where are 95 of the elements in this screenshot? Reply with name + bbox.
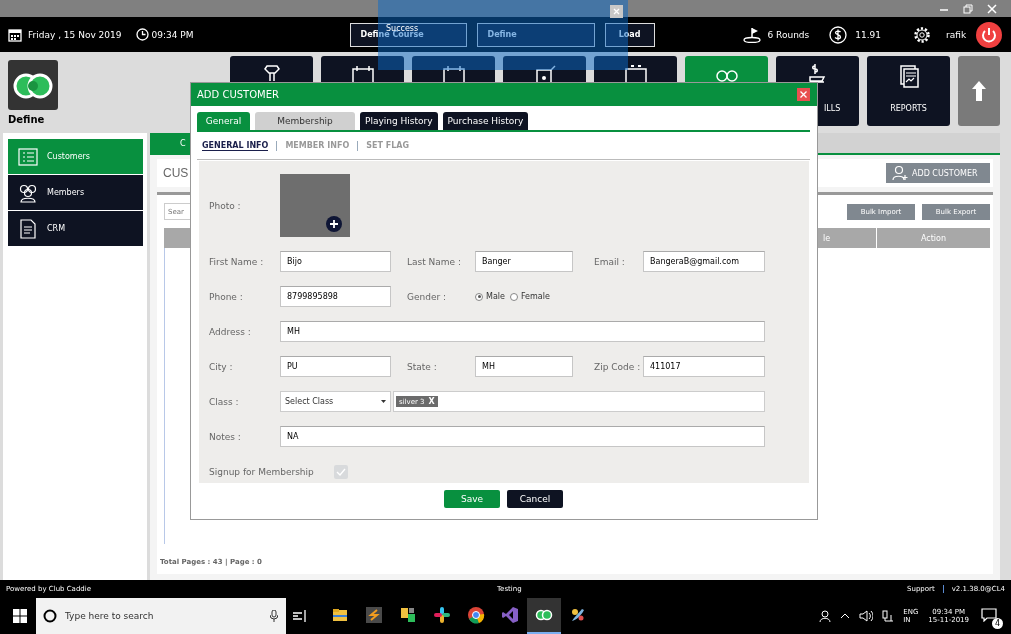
add-customer-button[interactable]: ADD CUSTOMER <box>886 163 990 183</box>
text-field[interactable]: 411017 <box>643 356 765 377</box>
network-icon[interactable] <box>882 610 895 622</box>
speaker-icon[interactable] <box>859 610 874 622</box>
add-user-icon <box>892 165 908 181</box>
text-field[interactable]: MH <box>280 321 765 342</box>
save-button[interactable]: Save <box>444 490 500 508</box>
checkbox-label: Signup for Membership <box>209 466 314 477</box>
taskbar-search[interactable]: Type here to search <box>36 598 286 634</box>
radio-label[interactable]: Male <box>486 292 505 301</box>
dollar-icon <box>829 25 848 44</box>
browser-icon <box>467 606 485 624</box>
photo-placeholder[interactable] <box>280 174 350 237</box>
dialog-tab[interactable]: Purchase History <box>442 112 529 130</box>
dialog-tab[interactable]: General <box>197 112 250 130</box>
radio-label[interactable]: Female <box>520 292 550 301</box>
field-label: City : <box>209 361 234 372</box>
class-dropdown[interactable]: Select Class <box>280 391 391 412</box>
text-field[interactable]: NA <box>280 426 765 447</box>
section-tab[interactable]: GENERAL INFO <box>202 140 269 151</box>
field-label: Last Name : <box>407 256 463 267</box>
field-label: Zip Code : <box>594 361 642 372</box>
app-logo[interactable] <box>8 60 58 110</box>
load-button[interactable]: Load <box>604 22 655 47</box>
task-view-icon[interactable] <box>293 610 307 622</box>
field-label: Address : <box>209 326 252 337</box>
sidebar-item[interactable]: CRM <box>8 211 143 246</box>
nav-tile[interactable]: REPORTS <box>867 56 950 126</box>
dialog-title: ADD CUSTOMER <box>197 89 279 100</box>
tile-label: REPORTS <box>890 104 927 113</box>
balance-text: 11.91 <box>855 29 882 40</box>
add-photo-icon[interactable] <box>326 216 342 232</box>
person-icon[interactable] <box>819 610 832 622</box>
power-icon[interactable] <box>976 21 1003 48</box>
scroll-up-button[interactable] <box>958 56 1000 126</box>
close-icon[interactable] <box>797 88 810 101</box>
microphone-icon <box>270 610 278 622</box>
windows-start-icon[interactable] <box>13 609 27 623</box>
calendar-icon <box>8 27 22 42</box>
text-field[interactable]: MH <box>475 356 573 377</box>
pinwheel-icon <box>433 606 451 624</box>
cancel-button[interactable]: Cancel <box>507 490 563 508</box>
field-label: Class : <box>209 396 240 407</box>
clock-icon <box>135 28 149 41</box>
document-icon <box>17 218 39 239</box>
notification-icon[interactable] <box>981 608 997 622</box>
text-field[interactable]: BangeraB@gmail.com <box>643 251 765 272</box>
sidebar-label: Customers <box>47 152 91 161</box>
tile-label: ILLS <box>824 104 841 113</box>
course-dropdown[interactable]: Define <box>476 22 595 47</box>
people-icon <box>17 182 39 203</box>
user-name[interactable]: rafik <box>946 29 967 40</box>
editor-icon <box>365 606 383 624</box>
sidebar-item[interactable]: Members <box>8 175 143 210</box>
field-label: Photo : <box>209 200 242 211</box>
text-field[interactable]: Banger <box>475 251 573 272</box>
radio-button[interactable] <box>475 292 483 301</box>
time-text: 09:34 PM <box>151 29 194 40</box>
sidebar-label: CRM <box>47 224 66 233</box>
remove-tag[interactable]: X <box>428 397 435 406</box>
field-label: Notes : <box>209 431 242 442</box>
check-icon <box>335 467 346 476</box>
page-heading: CUS <box>163 166 189 180</box>
column-header: le <box>822 232 832 245</box>
taskbar-app[interactable] <box>527 598 561 634</box>
chevron-up-icon[interactable] <box>840 613 851 619</box>
golf-flag-icon <box>742 26 763 43</box>
text-field[interactable]: 8799895898 <box>280 286 391 307</box>
dropdown-value: Select Class <box>285 397 334 406</box>
sidebar-item[interactable]: Customers <box>8 139 143 174</box>
list-icon <box>17 146 39 167</box>
date-text: Friday , 15 Nov 2019 <box>28 29 122 40</box>
folder-icon <box>331 606 349 624</box>
text-field[interactable]: Bijo <box>280 251 391 272</box>
search-placeholder: Type here to search <box>65 611 155 621</box>
rounds-text: 6 Rounds <box>767 29 810 40</box>
field-label: Phone : <box>209 291 244 302</box>
paint-icon <box>569 606 587 624</box>
caret-icon <box>381 400 386 403</box>
restore-icon[interactable] <box>963 3 973 14</box>
apps-icon <box>399 606 417 624</box>
close-icon[interactable] <box>987 3 997 14</box>
radio-button[interactable] <box>509 292 518 301</box>
field-label: First Name : <box>209 256 265 267</box>
ide-icon <box>501 606 519 624</box>
field-label: Email : <box>594 256 626 267</box>
dialog-tab[interactable]: Playing History <box>360 112 438 130</box>
text-field[interactable]: PU <box>280 356 391 377</box>
sidebar-label: Members <box>47 188 85 197</box>
field-label: State : <box>407 361 438 372</box>
field-label: Gender : <box>407 291 448 302</box>
notification-count: 4 <box>992 618 1003 629</box>
settings-icon[interactable] <box>913 25 932 44</box>
search-icon <box>43 609 57 623</box>
arrow-up-icon <box>972 81 986 101</box>
